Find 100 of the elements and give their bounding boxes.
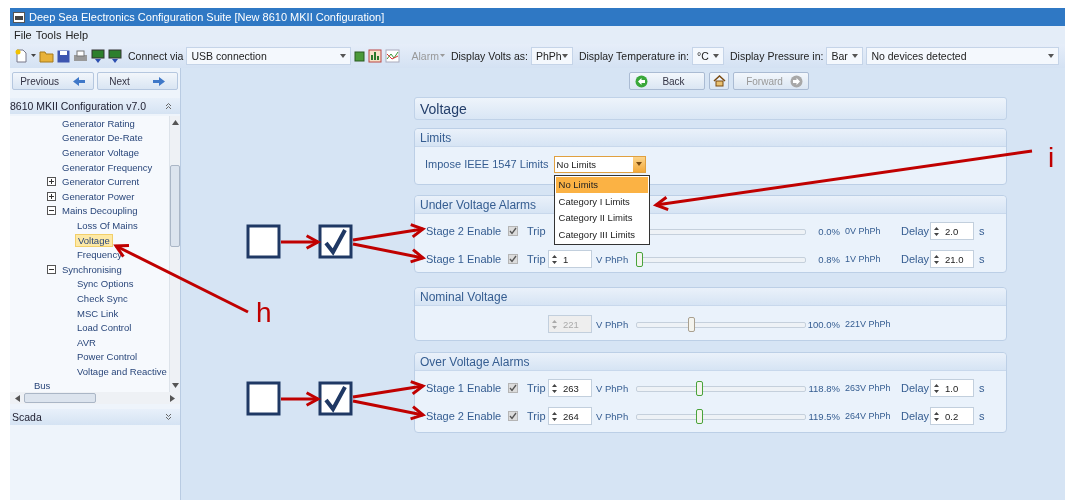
device-dropdown[interactable]: No devices detected bbox=[866, 47, 1059, 65]
checkbox[interactable] bbox=[508, 383, 518, 393]
scroll-right-icon[interactable] bbox=[170, 394, 175, 402]
slider-thumb[interactable] bbox=[695, 408, 703, 424]
tree-item[interactable]: Generator Current bbox=[60, 175, 142, 189]
number-field[interactable]: 264 bbox=[548, 407, 592, 425]
tree-item[interactable]: Synchronising bbox=[60, 262, 124, 276]
spinner-arrows-icon[interactable] bbox=[934, 253, 939, 265]
caret-icon bbox=[1048, 54, 1054, 58]
spinner-arrows-icon[interactable] bbox=[934, 225, 939, 237]
tree-item[interactable]: AVR bbox=[75, 335, 98, 349]
next-button[interactable]: Next bbox=[96, 72, 178, 90]
back-arrow-icon bbox=[635, 74, 648, 88]
number-field[interactable]: 21.0 bbox=[930, 250, 974, 268]
tree-item[interactable]: MSC Link bbox=[75, 306, 121, 320]
tree-item[interactable]: Mains Decoupling bbox=[60, 204, 140, 218]
tree-item[interactable]: Power Control bbox=[75, 350, 140, 364]
printer-icon[interactable] bbox=[73, 49, 88, 63]
spinner-arrows-icon[interactable] bbox=[934, 382, 939, 394]
panel-header[interactable]: 8610 MKII Configuration v7.0 bbox=[10, 98, 180, 114]
checkbox[interactable] bbox=[508, 226, 518, 236]
percent-value: 0.0% bbox=[817, 225, 840, 237]
annotation-letter: i bbox=[1048, 142, 1055, 173]
slider-track[interactable] bbox=[636, 316, 806, 332]
pressure-dropdown[interactable]: Bar bbox=[826, 47, 864, 65]
tree-item[interactable]: Generator Rating bbox=[60, 116, 137, 130]
back-button[interactable]: Back bbox=[629, 72, 705, 90]
tree-item[interactable]: Generator Voltage bbox=[60, 146, 142, 159]
checkbox[interactable] bbox=[508, 411, 518, 421]
number-field[interactable]: 0.2 bbox=[930, 407, 974, 425]
tree-item[interactable]: Generator De-Rate bbox=[60, 131, 145, 145]
tree-item[interactable]: Load Control bbox=[75, 321, 134, 335]
panel-header[interactable]: Scada bbox=[10, 409, 180, 425]
field-label: Delay bbox=[900, 225, 930, 237]
slider-thumb[interactable] bbox=[636, 251, 643, 267]
slider-track[interactable] bbox=[636, 408, 806, 424]
dropdown-option[interactable]: Category III Limits bbox=[555, 226, 648, 243]
number-field[interactable]: 2.0 bbox=[930, 222, 974, 240]
number-field[interactable]: 1 bbox=[548, 250, 592, 268]
graph-icon[interactable] bbox=[385, 49, 401, 63]
number-field[interactable]: 1.0 bbox=[930, 379, 974, 397]
monitor-icon[interactable] bbox=[91, 48, 105, 64]
arrow-left-icon bbox=[73, 76, 86, 86]
field-label: Trip bbox=[527, 382, 547, 394]
menu-item[interactable]: Tools bbox=[35, 29, 62, 41]
menu-item[interactable]: File bbox=[14, 29, 32, 41]
spinner-arrows-icon[interactable] bbox=[552, 382, 557, 394]
tree-item[interactable]: Sync Options bbox=[75, 277, 136, 291]
voltage-reading: 264V PhPh bbox=[844, 411, 892, 421]
caret-icon[interactable] bbox=[31, 54, 36, 58]
unit-label: s bbox=[978, 410, 986, 422]
slider-track[interactable] bbox=[636, 380, 806, 396]
limits-dropdown[interactable]: No Limits bbox=[553, 155, 646, 173]
spinner-arrows-icon[interactable] bbox=[552, 410, 557, 422]
tree-item[interactable]: Generator Power bbox=[60, 189, 137, 203]
expand-icon[interactable] bbox=[47, 191, 56, 201]
caret-icon bbox=[561, 54, 568, 58]
vertical-scrollbar[interactable] bbox=[169, 116, 180, 392]
percent-value: 0.8% bbox=[817, 253, 840, 265]
expand-icon[interactable] bbox=[47, 177, 56, 187]
arrow-right-icon bbox=[153, 76, 166, 86]
unit-label: V PhPh bbox=[595, 253, 630, 265]
field-label: Stage 1 Enable bbox=[426, 382, 503, 394]
volts-dropdown[interactable]: PhPh bbox=[530, 47, 573, 65]
number-field[interactable]: 263 bbox=[548, 379, 592, 397]
temperature-label: Display Temperature in: bbox=[578, 50, 690, 62]
chip-icon[interactable] bbox=[354, 50, 366, 62]
tree-item[interactable]: Generator Frequency bbox=[60, 160, 155, 174]
temperature-dropdown[interactable]: °C bbox=[692, 47, 725, 65]
slider-thumb[interactable] bbox=[695, 380, 703, 396]
save-icon[interactable] bbox=[57, 49, 70, 63]
collapse-icon[interactable] bbox=[47, 206, 56, 216]
tree-item[interactable]: Voltage bbox=[75, 233, 113, 247]
slider-track[interactable] bbox=[636, 251, 806, 267]
dropdown-option[interactable]: Category I Limits bbox=[555, 193, 648, 210]
tree-item[interactable]: Voltage and Reactive bbox=[75, 364, 169, 378]
chart-icon[interactable] bbox=[368, 49, 383, 63]
spinner-arrows-icon[interactable] bbox=[552, 253, 557, 265]
group-title: Over Voltage Alarms bbox=[415, 353, 1006, 371]
monitor-icon[interactable] bbox=[108, 48, 122, 64]
previous-button[interactable]: Previous bbox=[12, 72, 94, 90]
checkbox[interactable] bbox=[508, 254, 518, 264]
scroll-up-icon[interactable] bbox=[171, 120, 179, 125]
home-icon bbox=[712, 75, 726, 87]
dropdown-option[interactable]: No Limits bbox=[555, 176, 648, 193]
tree-item[interactable]: Loss Of Mains bbox=[75, 218, 140, 232]
checked-checkbox-drawing bbox=[318, 224, 353, 259]
menu-item[interactable]: Help bbox=[65, 29, 89, 41]
horizontal-scrollbar[interactable] bbox=[10, 392, 180, 404]
tree-item[interactable]: Check Sync bbox=[75, 291, 130, 305]
caret-icon bbox=[340, 54, 347, 58]
connection-dropdown[interactable]: USB connection bbox=[186, 47, 352, 65]
field-label: Trip bbox=[527, 225, 547, 237]
tree-item[interactable]: Bus bbox=[32, 379, 53, 392]
scroll-down-icon[interactable] bbox=[171, 383, 179, 388]
tree-item[interactable]: Frequency bbox=[75, 248, 124, 262]
collapse-icon[interactable] bbox=[47, 264, 56, 274]
home-button[interactable] bbox=[709, 72, 729, 90]
scroll-left-icon[interactable] bbox=[15, 394, 20, 402]
spinner-arrows-icon[interactable] bbox=[934, 410, 939, 422]
